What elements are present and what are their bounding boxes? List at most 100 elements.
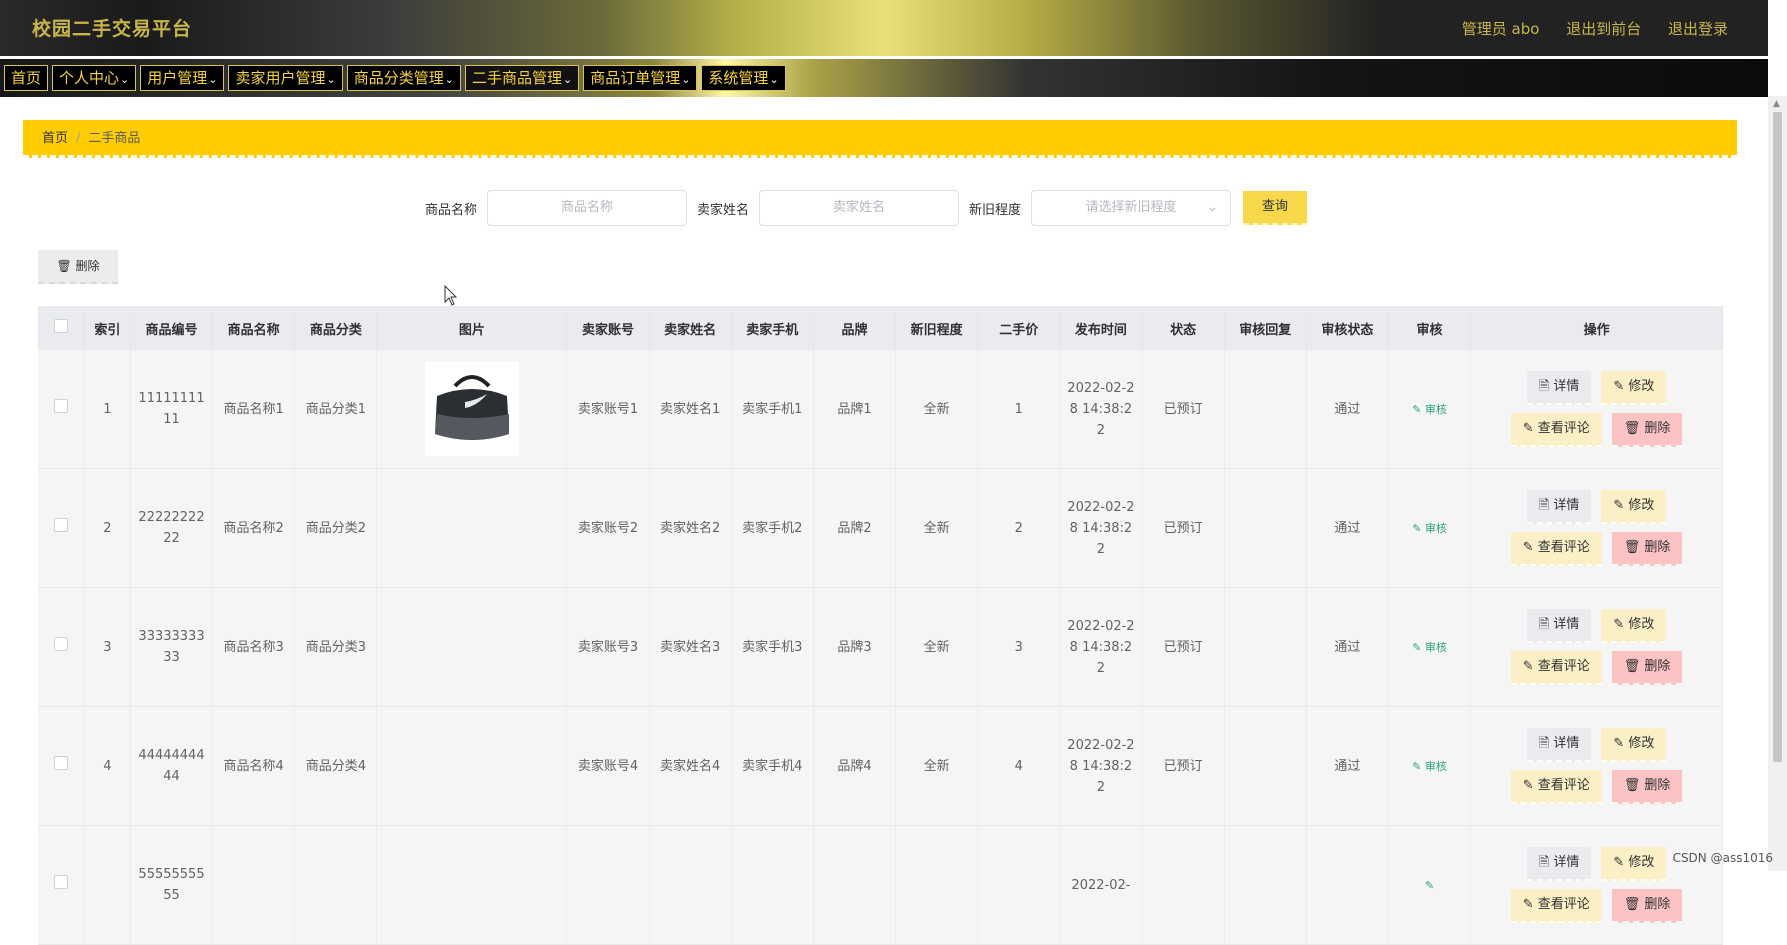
view-comments-button[interactable]: ✎ 查看评论 [1510, 413, 1602, 447]
audit-link[interactable]: ✎ 审核 [1412, 522, 1447, 535]
column-header[interactable]: 卖家姓名 [649, 306, 732, 350]
breadcrumb-home[interactable]: 首页 [42, 131, 68, 146]
code-cell: 5555555555 [130, 825, 214, 945]
name-label: 商品名称 [425, 202, 478, 218]
column-header[interactable]: 品牌 [813, 306, 897, 350]
column-header[interactable]: 审核 [1388, 306, 1472, 350]
row-checkbox[interactable] [53, 874, 68, 889]
nav-item-system-management[interactable]: 系统管理⌄ [701, 65, 786, 91]
detail-button[interactable]: 🗎 详情 [1526, 847, 1592, 881]
table-row: 3 3333333333 商品名称3 商品分类3 卖家账号3 卖家姓名3 卖家手… [38, 587, 1723, 707]
audit-label: 审核 [1424, 759, 1447, 773]
nav-item-category-management[interactable]: 商品分类管理⌄ [346, 65, 461, 91]
view-comments-button[interactable]: ✎ 查看评论 [1510, 889, 1602, 923]
column-header[interactable]: 审核回复 [1224, 306, 1307, 350]
nav-item-home[interactable]: 首页 [4, 65, 49, 91]
goods-table: 索引 商品编号 商品名称 商品分类 图片 卖家账号 卖家姓名 卖家手机 品牌 新… [38, 306, 1723, 945]
index-cell: 2 [84, 468, 131, 588]
audit-link[interactable]: ✎ 审核 [1412, 641, 1447, 654]
delete-button[interactable]: 🗑 删除 [1611, 889, 1683, 923]
time-cell: 2022-02-28 14:38:22 [1059, 706, 1143, 826]
time-cell: 2022-02- [1059, 825, 1143, 945]
detail-button[interactable]: 🗎 详情 [1526, 371, 1592, 405]
breadcrumb-separator: / [76, 131, 81, 146]
chevron-down-icon: ⌄ [681, 73, 691, 86]
nav-item-seller-management[interactable]: 卖家用户管理⌄ [228, 65, 343, 91]
edit-pen-icon: ✎ [1522, 778, 1534, 793]
column-header[interactable]: 商品名称 [212, 306, 296, 350]
column-header[interactable]: 商品编号 [130, 306, 214, 350]
delete-button[interactable]: 🗑 删除 [1611, 770, 1683, 804]
index-cell: 3 [84, 587, 131, 707]
row-select-cell [38, 706, 85, 826]
detail-button[interactable]: 🗎 详情 [1526, 728, 1592, 762]
condition-select[interactable]: 请选择新旧程度 ⌄ [1031, 190, 1232, 226]
nav-item-order-management[interactable]: 商品订单管理⌄ [583, 65, 698, 91]
price-cell: 3 [977, 587, 1061, 707]
row-checkbox[interactable] [53, 398, 68, 413]
edit-pen-icon: ✎ [1424, 878, 1435, 892]
seller-account-cell: 卖家账号3 [566, 587, 650, 707]
nav-label: 用户管理 [147, 69, 208, 87]
edit-button[interactable]: ✎ 修改 [1601, 847, 1667, 881]
edit-button[interactable]: ✎ 修改 [1601, 371, 1667, 405]
audit-cell: ✎ 审核 [1388, 350, 1472, 469]
condition-select-placeholder: 请选择新旧程度 [1085, 200, 1177, 215]
seller-name-input[interactable]: 卖家姓名 [759, 190, 960, 226]
delete-button[interactable]: 🗑 删除 [1611, 532, 1683, 566]
edit-button[interactable]: ✎ 修改 [1601, 609, 1667, 643]
detail-button[interactable]: 🗎 详情 [1526, 609, 1592, 643]
delete-button[interactable]: 🗑 删除 [1611, 413, 1683, 447]
select-all-checkbox[interactable] [53, 319, 68, 333]
query-button[interactable]: 查询 [1243, 191, 1308, 225]
audit-status-cell [1306, 825, 1389, 945]
row-select-cell [38, 350, 85, 469]
row-actions: 🗎 详情 ✎ 修改 ✎ 查看评论 🗑 删除 [1477, 371, 1716, 447]
nav-item-user-management[interactable]: 用户管理⌄ [140, 65, 225, 91]
nav-item-goods-management[interactable]: 二手商品管理⌄ [464, 65, 580, 91]
column-header[interactable]: 卖家手机 [731, 306, 814, 350]
logout-link[interactable]: 退出登录 [1668, 20, 1728, 38]
view-comments-button[interactable]: ✎ 查看评论 [1510, 651, 1602, 685]
image-cell [376, 350, 568, 469]
document-icon: 🗎 [1538, 379, 1550, 394]
row-checkbox[interactable] [53, 755, 68, 770]
column-header[interactable]: 二手价 [977, 306, 1061, 350]
view-comments-button[interactable]: ✎ 查看评论 [1510, 770, 1602, 804]
seller-name-cell: 卖家姓名4 [649, 706, 732, 826]
audit-link[interactable]: ✎ 审核 [1412, 403, 1447, 416]
scrollbar-thumb[interactable] [1773, 112, 1782, 762]
breadcrumb-current: 二手商品 [88, 131, 141, 146]
batch-delete-label: 删除 [75, 259, 100, 273]
edit-label: 修改 [1628, 617, 1655, 632]
column-header[interactable]: 图片 [376, 306, 568, 350]
column-header[interactable]: 状态 [1142, 306, 1225, 350]
reply-cell [1224, 587, 1307, 707]
view-comments-button[interactable]: ✎ 查看评论 [1510, 532, 1602, 566]
brand-cell [813, 825, 897, 945]
scroll-up-icon[interactable]: ▲ [1773, 99, 1780, 109]
audit-link[interactable]: ✎ 审核 [1412, 760, 1447, 773]
row-checkbox[interactable] [53, 636, 68, 651]
column-header[interactable]: 发布时间 [1059, 306, 1143, 350]
name-cell: 商品名称1 [212, 350, 296, 469]
nav-item-personal-center[interactable]: 个人中心⌄ [52, 65, 137, 91]
page-scrollbar[interactable]: ▲ [1768, 96, 1787, 871]
audit-link[interactable]: ✎ [1425, 879, 1434, 892]
product-name-input[interactable]: 商品名称 [487, 190, 688, 226]
column-header[interactable]: 商品分类 [294, 306, 378, 350]
column-header[interactable]: 审核状态 [1306, 306, 1389, 350]
column-header[interactable]: 卖家账号 [566, 306, 650, 350]
chevron-down-icon: ⌄ [326, 73, 336, 86]
row-checkbox[interactable] [53, 517, 68, 532]
chevron-down-icon: ⌄ [769, 73, 779, 86]
batch-delete-button[interactable]: 🗑 删除 [38, 250, 118, 284]
column-header[interactable]: 新旧程度 [895, 306, 979, 350]
edit-button[interactable]: ✎ 修改 [1601, 728, 1667, 762]
column-header[interactable]: 操作 [1470, 306, 1723, 350]
delete-button[interactable]: 🗑 删除 [1611, 651, 1683, 685]
exit-to-frontend-link[interactable]: 退出到前台 [1566, 20, 1641, 38]
column-header[interactable]: 索引 [84, 306, 131, 350]
edit-button[interactable]: ✎ 修改 [1601, 490, 1667, 524]
detail-button[interactable]: 🗎 详情 [1526, 490, 1592, 524]
